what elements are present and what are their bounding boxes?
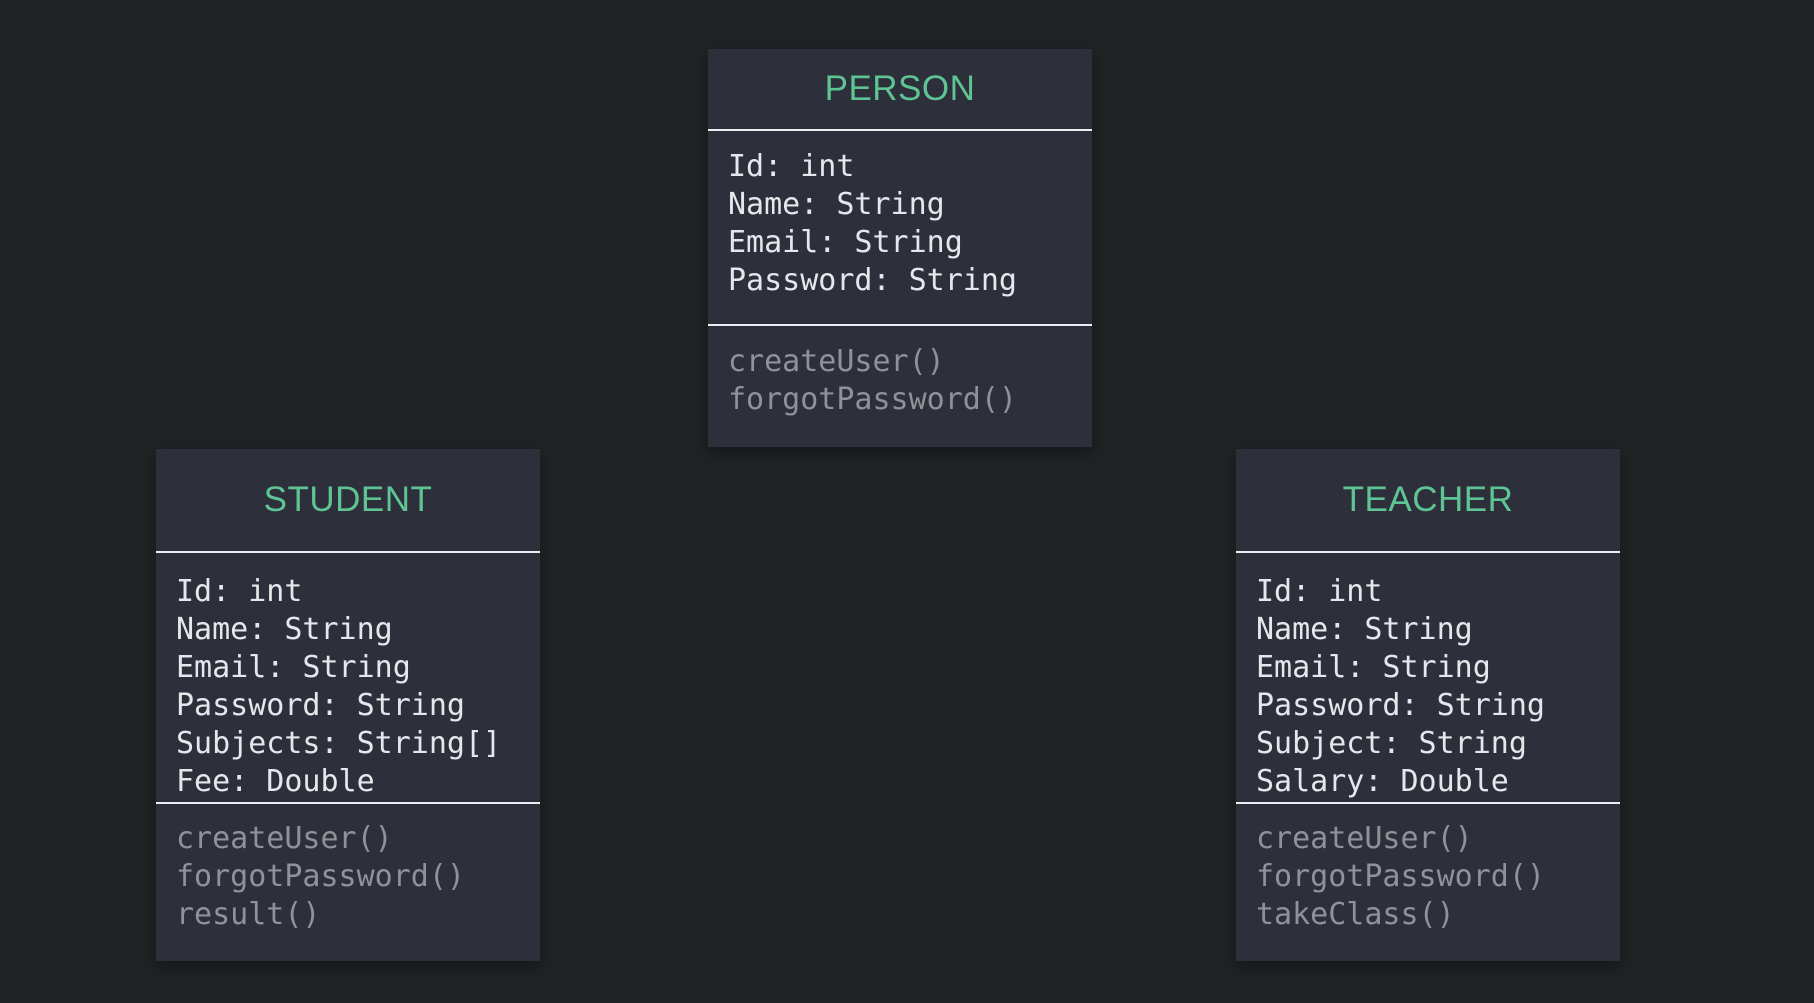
- class-box-student: STUDENT Id: int Name: String Email: Stri…: [156, 449, 540, 961]
- class-attributes-person: Id: int Name: String Email: String Passw…: [708, 131, 1092, 326]
- class-attributes-teacher: Id: int Name: String Email: String Passw…: [1236, 553, 1620, 804]
- class-attributes-student: Id: int Name: String Email: String Passw…: [156, 553, 540, 804]
- class-header-person: PERSON: [708, 49, 1092, 131]
- class-methods-person: createUser() forgotPassword(): [708, 326, 1092, 447]
- attribute-email: Email: String: [1256, 650, 1491, 685]
- attribute-id: Id: int: [176, 574, 303, 609]
- method-forgot-password: forgotPassword(): [728, 382, 1017, 417]
- class-header-teacher: TEACHER: [1236, 449, 1620, 553]
- attribute-password: Password: String: [728, 263, 1017, 298]
- class-title-student: STUDENT: [263, 480, 433, 519]
- class-methods-teacher: createUser() forgotPassword() takeClass(…: [1236, 804, 1620, 961]
- attribute-id: Id: int: [728, 149, 855, 184]
- attribute-salary: Salary: Double: [1256, 764, 1509, 799]
- method-forgot-password: forgotPassword(): [176, 859, 465, 894]
- method-create-user: createUser(): [1256, 821, 1473, 856]
- attribute-name: Name: String: [176, 612, 393, 647]
- attribute-name: Name: String: [1256, 612, 1473, 647]
- class-methods-student: createUser() forgotPassword() result(): [156, 804, 540, 961]
- attribute-email: Email: String: [176, 650, 411, 685]
- attribute-subject: Subject: String: [1256, 726, 1527, 761]
- method-result: result(): [176, 897, 321, 932]
- attribute-password: Password: String: [1256, 688, 1545, 723]
- method-create-user: createUser(): [176, 821, 393, 856]
- attribute-password: Password: String: [176, 688, 465, 723]
- attribute-name: Name: String: [728, 187, 945, 222]
- class-box-person: PERSON Id: int Name: String Email: Strin…: [708, 49, 1092, 447]
- attribute-id: Id: int: [1256, 574, 1383, 609]
- method-create-user: createUser(): [728, 344, 945, 379]
- class-box-teacher: TEACHER Id: int Name: String Email: Stri…: [1236, 449, 1620, 961]
- attribute-subjects: Subjects: String[]: [176, 726, 502, 761]
- attribute-email: Email: String: [728, 225, 963, 260]
- class-title-person: PERSON: [824, 69, 976, 108]
- class-title-teacher: TEACHER: [1342, 480, 1514, 519]
- method-forgot-password: forgotPassword(): [1256, 859, 1545, 894]
- attribute-fee: Fee: Double: [176, 764, 375, 799]
- class-header-student: STUDENT: [156, 449, 540, 553]
- method-take-class: takeClass(): [1256, 897, 1455, 932]
